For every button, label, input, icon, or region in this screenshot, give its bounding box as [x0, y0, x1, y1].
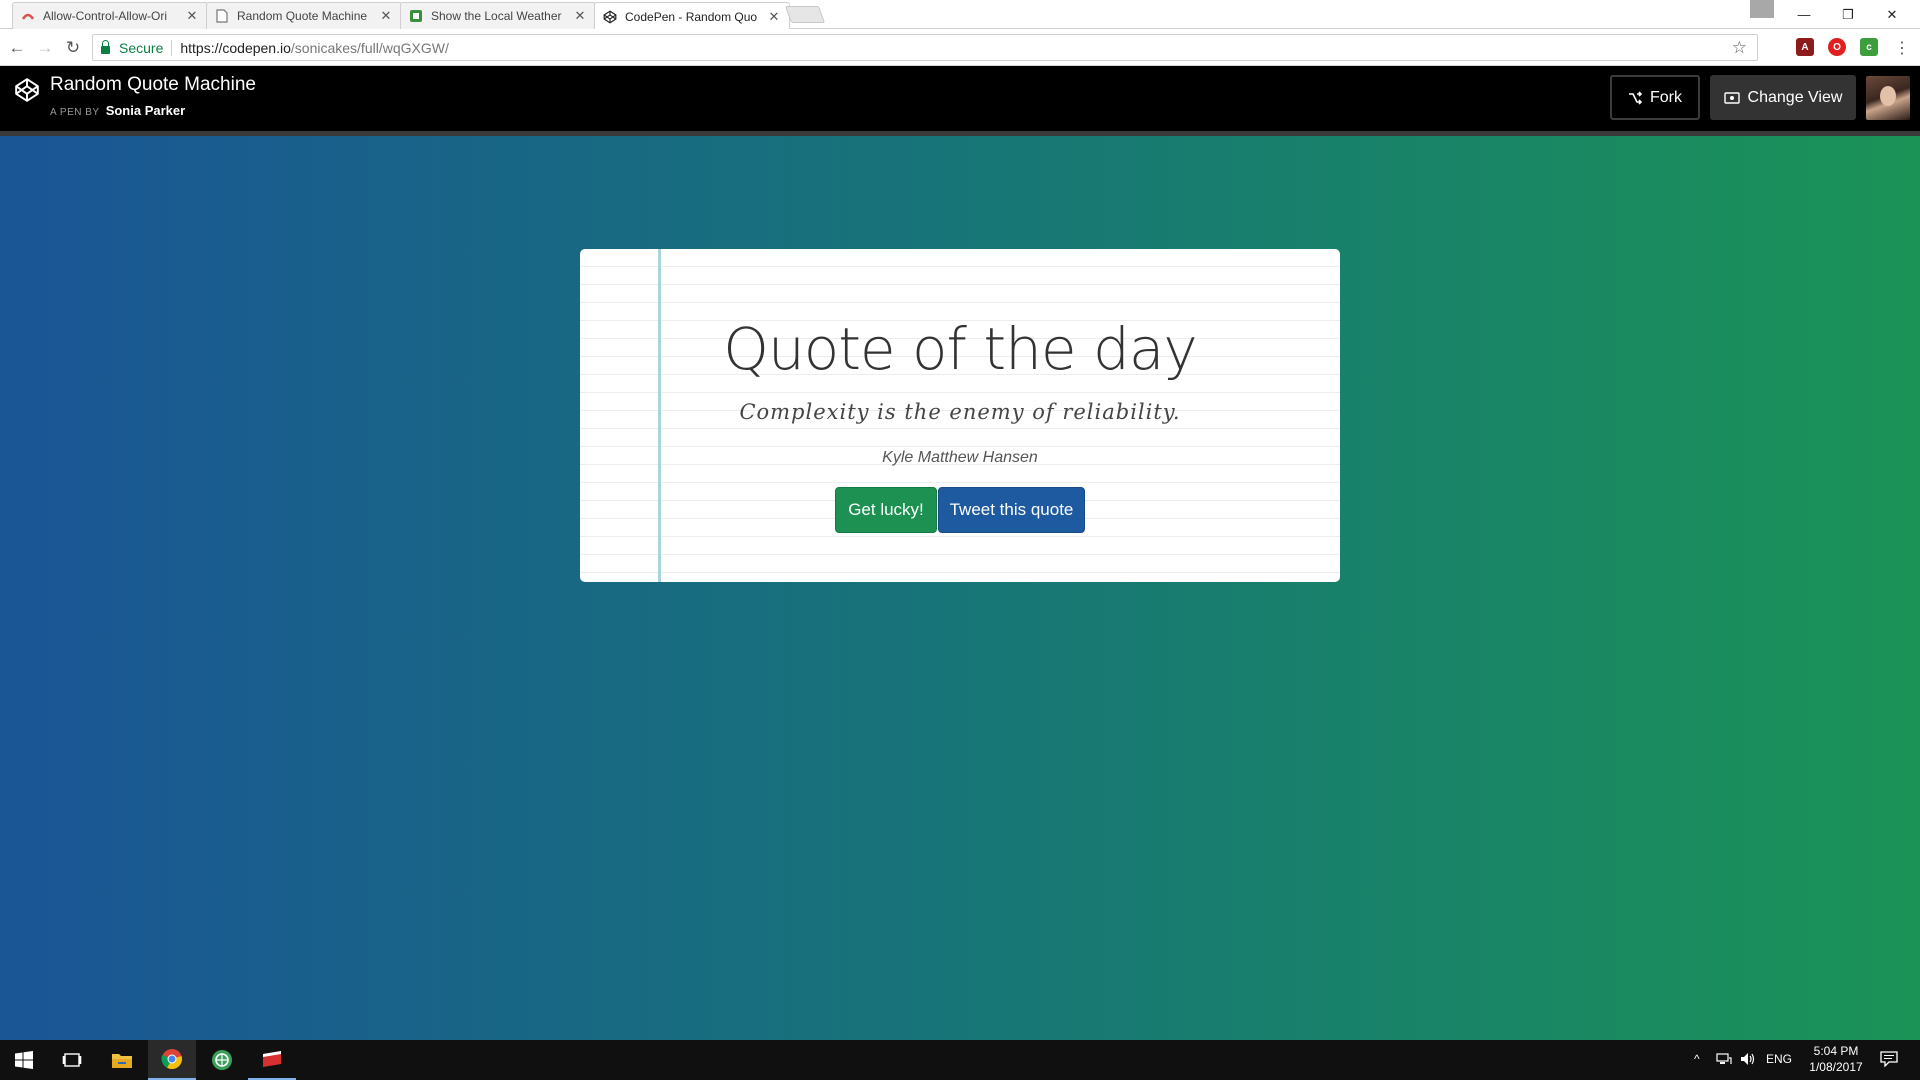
- url-path: /sonicakes/full/wqGXGW/: [290, 39, 449, 56]
- quote-card: Quote of the day Complexity is the enemy…: [580, 249, 1340, 582]
- quote-heading: Quote of the day: [723, 315, 1197, 383]
- restore-icon[interactable]: ❐: [1826, 0, 1870, 29]
- new-tab-button[interactable]: [784, 6, 826, 23]
- address-bar: ← → ↻ Secure https://codepen.io/sonicake…: [0, 29, 1920, 66]
- back-icon[interactable]: ←: [7, 38, 27, 58]
- chrome-icon: [161, 1049, 182, 1070]
- secure-label: Secure: [119, 39, 164, 56]
- extension-icon: [21, 9, 35, 23]
- show-hidden-icons-icon[interactable]: ^: [1694, 1052, 1700, 1066]
- weather-icon: [409, 9, 423, 23]
- fork-label: Fork: [1650, 88, 1682, 106]
- minimize-icon[interactable]: —: [1782, 0, 1826, 29]
- book-app-taskbar-button[interactable]: [248, 1040, 296, 1080]
- divider: [171, 39, 173, 56]
- chrome-taskbar-button[interactable]: [148, 1040, 196, 1080]
- tab-title: Allow-Control-Allow-Ori: [43, 9, 168, 23]
- pen-byline: A PEN BY Sonia Parker: [50, 103, 185, 118]
- author-link[interactable]: Sonia Parker: [106, 103, 186, 118]
- fork-icon: [1629, 90, 1642, 105]
- clock[interactable]: 5:04 PM 1/08/2017: [1796, 1043, 1876, 1075]
- tab-title: Show the Local Weather: [431, 9, 562, 23]
- tab-title: Random Quote Machine: [237, 9, 368, 23]
- tab-title: CodePen - Random Quo: [625, 9, 758, 24]
- book-icon: [263, 1051, 281, 1067]
- tweet-quote-button[interactable]: Tweet this quote: [938, 487, 1085, 533]
- reload-icon[interactable]: ↻: [63, 38, 83, 58]
- codepen-icon: [603, 9, 617, 24]
- menu-dots-icon[interactable]: ⋮: [1892, 38, 1912, 58]
- close-tab-icon[interactable]: ✕: [185, 8, 199, 24]
- page-icon: [215, 9, 229, 23]
- browser-tab-local-weather[interactable]: Show the Local Weather ✕: [400, 2, 596, 29]
- url-host: https://codepen.io: [180, 39, 291, 56]
- notifications-icon[interactable]: [1880, 1051, 1898, 1070]
- close-tab-icon[interactable]: ✕: [767, 9, 781, 25]
- pen-title: Random Quote Machine: [50, 74, 256, 95]
- codepen-logo-icon[interactable]: [14, 77, 40, 103]
- pdf-extension-icon[interactable]: A: [1796, 38, 1814, 56]
- fork-button[interactable]: Fork: [1610, 75, 1700, 120]
- start-button[interactable]: [0, 1040, 48, 1080]
- cors-extension-icon[interactable]: c: [1860, 38, 1878, 56]
- folder-icon: [112, 1054, 132, 1068]
- close-tab-icon[interactable]: ✕: [379, 8, 393, 24]
- task-view-button[interactable]: [48, 1040, 96, 1080]
- network-icon[interactable]: [1716, 1052, 1732, 1069]
- clock-time: 5:04 PM: [1813, 1044, 1859, 1058]
- browser-tab-allow-control[interactable]: Allow-Control-Allow-Ori ✕: [12, 2, 208, 29]
- forward-icon[interactable]: →: [35, 38, 55, 58]
- app-taskbar-button[interactable]: [198, 1040, 246, 1080]
- opera-extension-icon[interactable]: O: [1828, 38, 1846, 56]
- browser-tab-strip: Allow-Control-Allow-Ori ✕ Random Quote M…: [0, 0, 1920, 30]
- user-avatar[interactable]: [1866, 76, 1910, 120]
- quote-text: Complexity is the enemy of reliability.: [739, 400, 1181, 424]
- language-indicator[interactable]: ENG: [1766, 1052, 1792, 1066]
- profile-icon[interactable]: [1750, 0, 1774, 18]
- close-tab-icon[interactable]: ✕: [573, 8, 587, 24]
- volume-icon[interactable]: [1740, 1052, 1756, 1069]
- lock-icon: [101, 39, 110, 54]
- file-explorer-button[interactable]: [98, 1040, 146, 1080]
- task-view-icon: [62, 1053, 82, 1067]
- bookmark-star-icon[interactable]: ☆: [1732, 38, 1747, 58]
- change-view-label: Change View: [1747, 88, 1843, 106]
- windows-logo-icon: [15, 1051, 33, 1069]
- browser-tab-codepen[interactable]: CodePen - Random Quo ✕: [594, 2, 790, 30]
- close-window-icon[interactable]: ✕: [1870, 0, 1914, 29]
- change-view-icon: [1723, 91, 1740, 104]
- codepen-header: Random Quote Machine A PEN BY Sonia Park…: [0, 66, 1920, 136]
- byline-label: A PEN BY: [50, 107, 100, 118]
- url-input[interactable]: Secure https://codepen.io/sonicakes/full…: [92, 34, 1758, 61]
- green-app-icon: [212, 1050, 232, 1070]
- browser-tab-random-quote[interactable]: Random Quote Machine ✕: [206, 2, 402, 29]
- clock-date: 1/08/2017: [1809, 1060, 1863, 1074]
- change-view-button[interactable]: Change View: [1710, 75, 1856, 120]
- get-lucky-button[interactable]: Get lucky!: [835, 487, 937, 533]
- windows-taskbar: ^ ENG 5:04 PM 1/08/2017: [0, 1040, 1920, 1080]
- page-background: Quote of the day Complexity is the enemy…: [0, 136, 1920, 1040]
- quote-author: Kyle Matthew Hansen: [882, 449, 1038, 466]
